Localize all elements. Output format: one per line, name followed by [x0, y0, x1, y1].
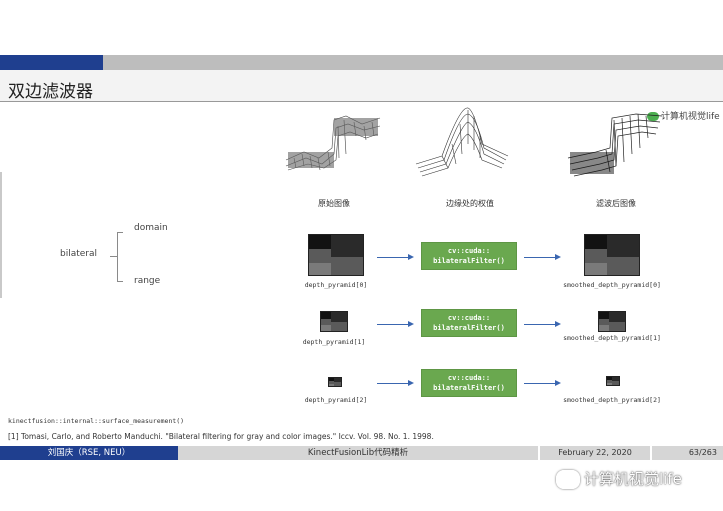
tree-brace: [117, 232, 118, 282]
watermark-bottom: 计算机视觉life: [556, 468, 682, 489]
tree-root-label: bilateral: [60, 249, 98, 259]
filter-box-2-line2: bilateralFilter(): [433, 384, 505, 392]
original-image-plot: [285, 115, 381, 171]
arrow-out-0: [524, 254, 561, 260]
title-separator: [0, 101, 723, 102]
smoothed-label-2: smoothed_depth_pyramid[2]: [563, 396, 661, 404]
depth-image-1: [320, 311, 348, 332]
footer-author: 刘国庆（RSE, NEU）: [0, 446, 178, 460]
arrow-in-1: [377, 321, 414, 327]
filter-box-1-line2: bilateralFilter(): [433, 324, 505, 332]
filter-box-0-line1: cv::cuda::: [447, 247, 491, 255]
code-reference: kinectfusion::internal::surface_measurem…: [8, 417, 185, 425]
tree-child-domain: domain: [134, 223, 168, 233]
smoothed-label-0: smoothed_depth_pyramid[0]: [563, 281, 661, 289]
footer-title: KinectFusionLib代码精析: [178, 446, 538, 460]
depth-label-0: depth_pyramid[0]: [304, 281, 368, 289]
watermark-top-text: 计算机视觉life: [661, 112, 720, 122]
tree-brace-stem: [110, 256, 117, 257]
filter-box-2: cv::cuda:: bilateralFilter(): [421, 369, 517, 397]
edge-weight-plot: [415, 107, 509, 177]
filtered-image-plot: [567, 113, 663, 177]
smoothed-image-1: [598, 311, 626, 332]
footer-date: February 22, 2020: [540, 446, 650, 460]
arrow-in-2: [377, 380, 414, 386]
citation: [1] Tomasi, Carlo, and Roberto Manduchi.…: [8, 432, 434, 441]
smoothed-image-2: [606, 376, 620, 386]
caption-original: 原始图像: [318, 199, 350, 208]
tree-brace-bottom: [117, 281, 123, 282]
depth-label-2: depth_pyramid[2]: [304, 396, 368, 404]
depth-image-2: [328, 377, 342, 387]
filter-box-0: cv::cuda:: bilateralFilter(): [421, 242, 517, 270]
depth-image-0: [308, 234, 364, 276]
filter-box-0-line2: bilateralFilter(): [433, 257, 505, 265]
arrow-out-2: [524, 380, 561, 386]
top-accent-bar: [0, 55, 103, 70]
tree-child-range: range: [134, 276, 161, 286]
filter-box-2-line1: cv::cuda::: [447, 374, 491, 382]
top-gray-bar: [103, 55, 723, 70]
left-edge-marker: [0, 172, 2, 298]
smoothed-label-1: smoothed_depth_pyramid[1]: [563, 334, 661, 342]
filter-box-1: cv::cuda:: bilateralFilter(): [421, 309, 517, 337]
caption-edge-weight: 边缘处的权值: [446, 199, 494, 208]
wechat-icon: [556, 470, 580, 489]
slide-title: 双边滤波器: [8, 82, 93, 102]
caption-filtered: 滤波后图像: [596, 199, 636, 208]
tree-brace-top: [117, 232, 123, 233]
footer-page-number: 63/263: [652, 446, 723, 460]
smoothed-image-0: [584, 234, 640, 276]
arrow-out-1: [524, 321, 561, 327]
watermark-bottom-text: 计算机视觉life: [584, 470, 682, 488]
arrow-in-0: [377, 254, 414, 260]
depth-label-1: depth_pyramid[1]: [302, 338, 366, 346]
title-bar: [0, 70, 723, 102]
filter-box-1-line1: cv::cuda::: [447, 314, 491, 322]
